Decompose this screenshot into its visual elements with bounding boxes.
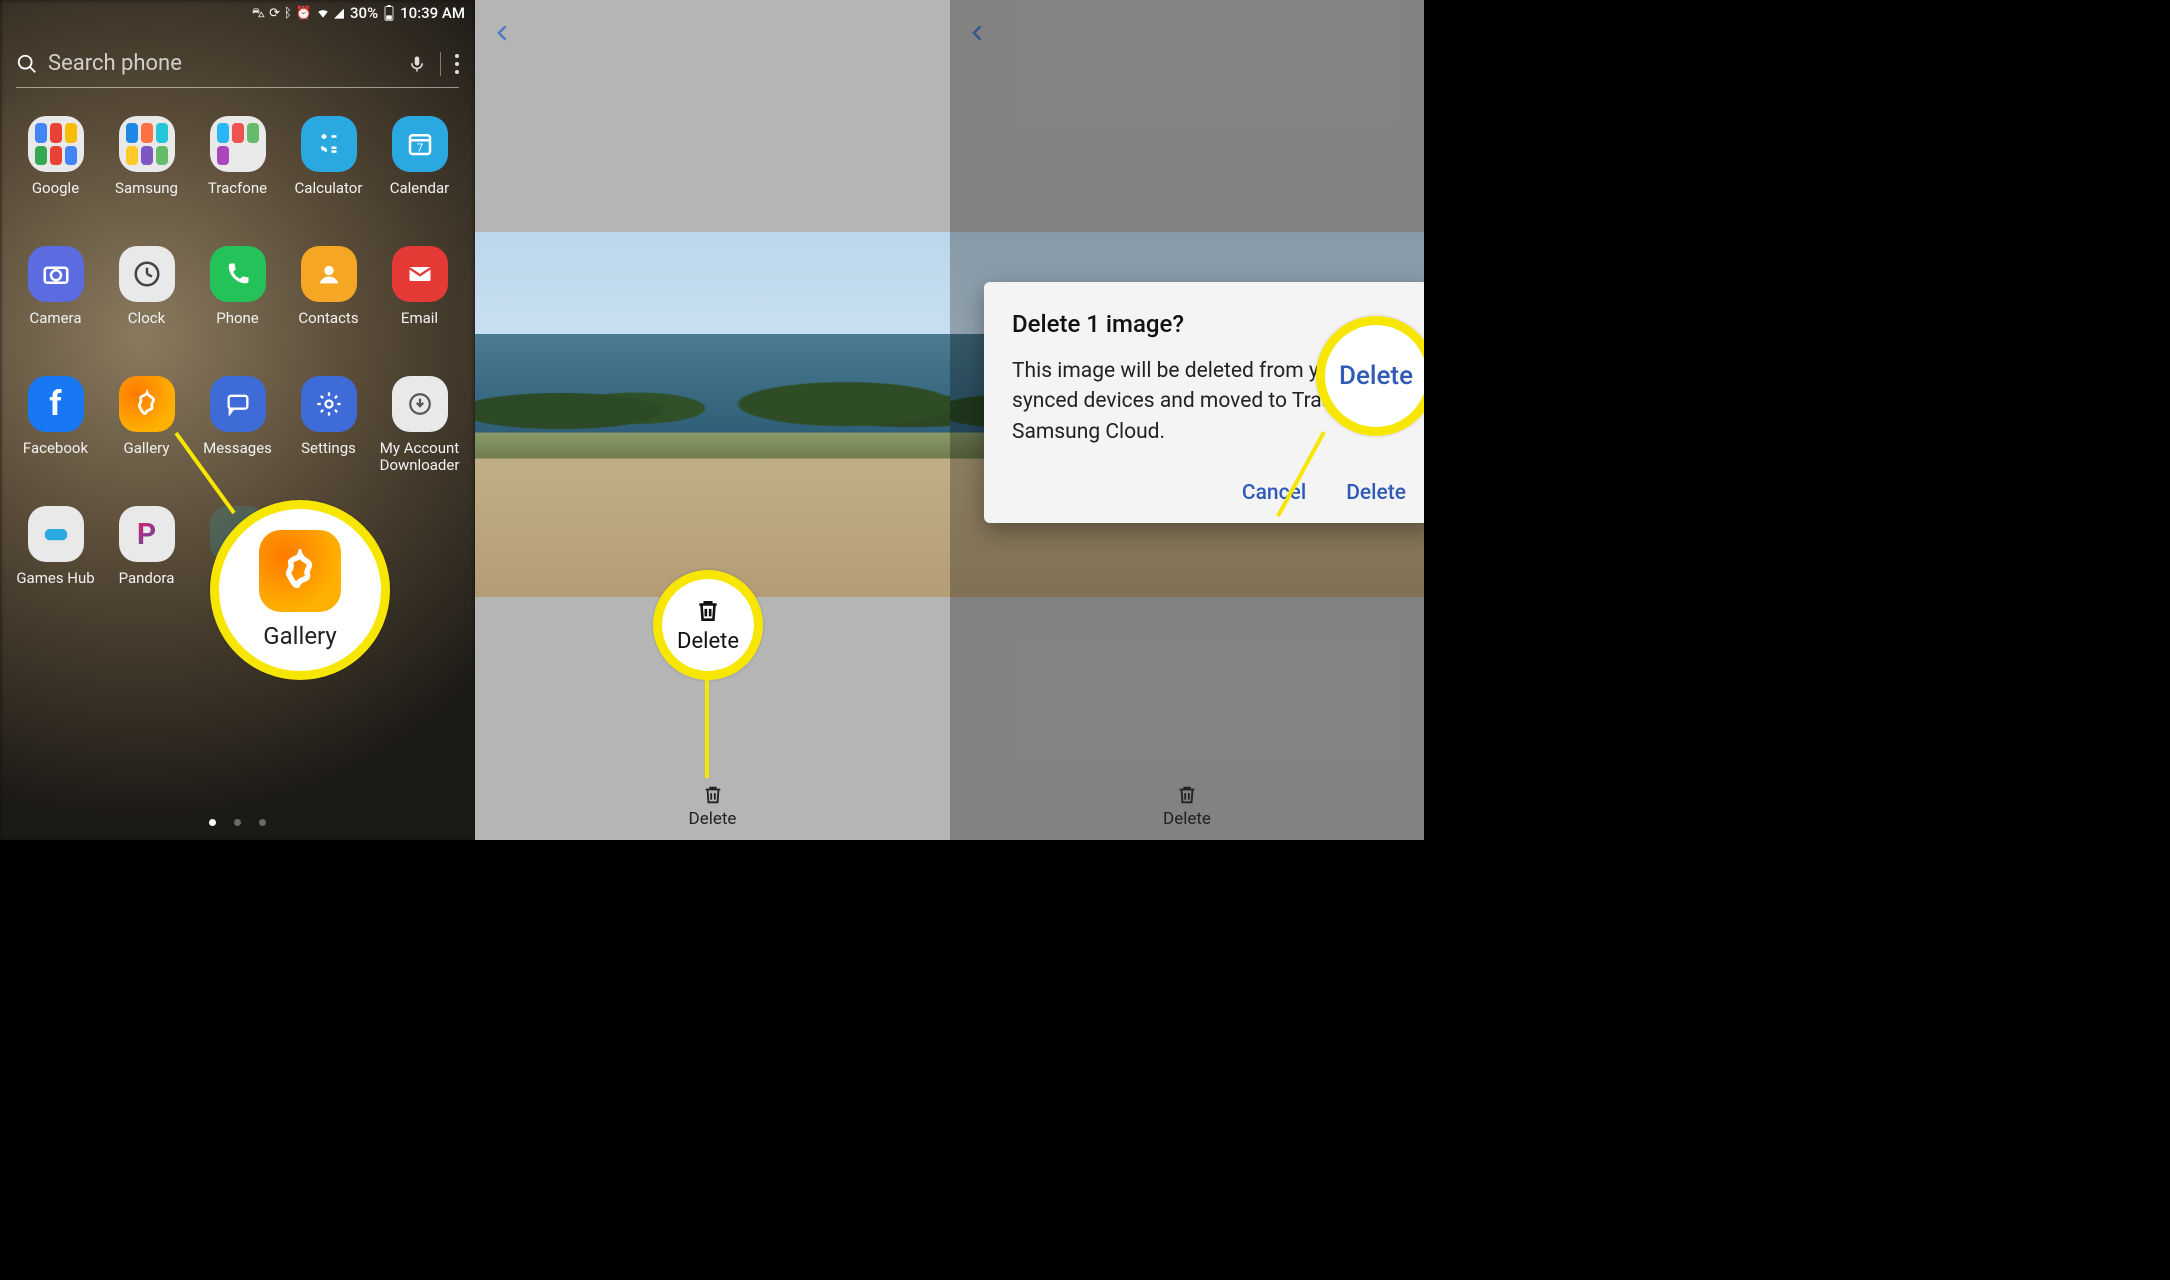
delete-button[interactable]: Delete [1163, 783, 1211, 829]
confirm-delete-button[interactable]: Delete [1346, 481, 1406, 505]
app-label: Email [401, 310, 438, 327]
gallery-icon [259, 530, 341, 612]
folder-icon [119, 116, 175, 172]
annotation-label: Delete [1339, 361, 1413, 391]
annotation-label: Delete [677, 629, 739, 654]
battery-icon [384, 5, 394, 21]
app-label: Games Hub [16, 570, 94, 587]
screen-delete-dialog: Delete Delete 1 image? This image will b… [950, 0, 1424, 840]
car-icon: ⛍ [252, 7, 265, 20]
calculator-icon [301, 116, 357, 172]
annotation-connector [705, 678, 709, 778]
delete-label: Delete [689, 809, 737, 829]
app-my-account-downloader[interactable]: My Account Downloader [374, 370, 465, 500]
svg-text:7: 7 [416, 142, 422, 155]
dialog-actions: Cancel Delete [1012, 481, 1406, 505]
trash-icon [702, 783, 724, 807]
app-label: Pandora [119, 570, 175, 587]
trash-icon [695, 597, 721, 625]
page-indicator[interactable] [0, 819, 475, 826]
app-folder-tracfone[interactable]: Tracfone [192, 110, 283, 240]
camera-icon [28, 246, 84, 302]
app-calculator[interactable]: Calculator [283, 110, 374, 240]
page-dot[interactable] [209, 819, 216, 826]
photo-content [475, 342, 950, 481]
app-label: Calendar [390, 180, 450, 197]
app-facebook[interactable]: f Facebook [10, 370, 101, 500]
battery-percent: 30% [350, 4, 378, 22]
delete-label: Delete [1163, 809, 1211, 829]
signal-icon: ◢ [334, 7, 344, 20]
screen-gallery-photo: Delete Delete [475, 0, 950, 840]
mic-icon[interactable] [408, 53, 426, 75]
gamepad-icon [28, 506, 84, 562]
app-phone[interactable]: Phone [192, 240, 283, 370]
app-folder-google[interactable]: Google [10, 110, 101, 240]
facebook-icon: f [28, 376, 84, 432]
app-label: Settings [301, 440, 356, 457]
gallery-icon [119, 376, 175, 432]
app-calendar[interactable]: 7 Calendar [374, 110, 465, 240]
app-label: Phone [216, 310, 259, 327]
app-email[interactable]: Email [374, 240, 465, 370]
search-icon [16, 53, 38, 75]
photo-preview[interactable] [475, 232, 950, 597]
page-dot[interactable] [234, 819, 241, 826]
clock-icon [119, 246, 175, 302]
bottom-toolbar: Delete [950, 772, 1424, 840]
app-games-hub[interactable]: Games Hub [10, 500, 101, 630]
annotation-gallery-callout: Gallery [210, 500, 390, 680]
pandora-icon: P [119, 506, 175, 562]
page-dot[interactable] [259, 819, 266, 826]
folder-icon [210, 116, 266, 172]
bottom-toolbar: Delete [475, 772, 950, 840]
app-label: Samsung [115, 180, 178, 197]
screen-app-drawer: ⛍ ⟳ ᛒ ⏰ ◢ 30% 10:39 AM Search phone [0, 0, 475, 840]
messages-icon [210, 376, 266, 432]
search-placeholder: Search phone [48, 51, 408, 76]
status-bar: ⛍ ⟳ ᛒ ⏰ ◢ 30% 10:39 AM [0, 0, 475, 26]
app-label: Camera [30, 310, 82, 327]
phone-icon [210, 246, 266, 302]
annotation-connector [1274, 430, 1334, 520]
trash-icon [1176, 783, 1198, 807]
bluetooth-icon: ᛒ [284, 7, 292, 20]
search-bar[interactable]: Search phone [16, 40, 459, 88]
annotation-label: Gallery [263, 622, 337, 650]
sync-icon: ⟳ [269, 7, 280, 20]
folder-icon [28, 116, 84, 172]
app-label: Contacts [298, 310, 358, 327]
gear-icon [301, 376, 357, 432]
calendar-icon: 7 [392, 116, 448, 172]
app-contacts[interactable]: Contacts [283, 240, 374, 370]
app-label: Google [32, 180, 79, 197]
app-label: Tracfone [208, 180, 267, 197]
app-settings[interactable]: Settings [283, 370, 374, 500]
app-label: Clock [128, 310, 165, 327]
overflow-menu-icon[interactable] [455, 54, 459, 74]
app-clock[interactable]: Clock [101, 240, 192, 370]
app-label: My Account Downloader [375, 440, 465, 475]
delete-button[interactable]: Delete [689, 783, 737, 829]
status-time: 10:39 AM [400, 4, 465, 22]
alarm-icon: ⏰ [296, 7, 312, 20]
annotation-connector [174, 431, 244, 521]
app-label: Calculator [295, 180, 363, 197]
app-camera[interactable]: Camera [10, 240, 101, 370]
download-icon [392, 376, 448, 432]
app-label: Facebook [23, 440, 88, 457]
wifi-icon [316, 6, 330, 20]
back-button[interactable] [493, 18, 513, 48]
annotation-delete-callout: Delete [653, 570, 763, 680]
app-label: Gallery [124, 440, 170, 457]
annotation-delete-confirm-callout: Delete [1316, 316, 1424, 436]
app-folder-samsung[interactable]: Samsung [101, 110, 192, 240]
email-icon [392, 246, 448, 302]
status-icons: ⛍ ⟳ ᛒ ⏰ ◢ [252, 6, 344, 20]
contacts-icon [301, 246, 357, 302]
divider [440, 52, 441, 76]
